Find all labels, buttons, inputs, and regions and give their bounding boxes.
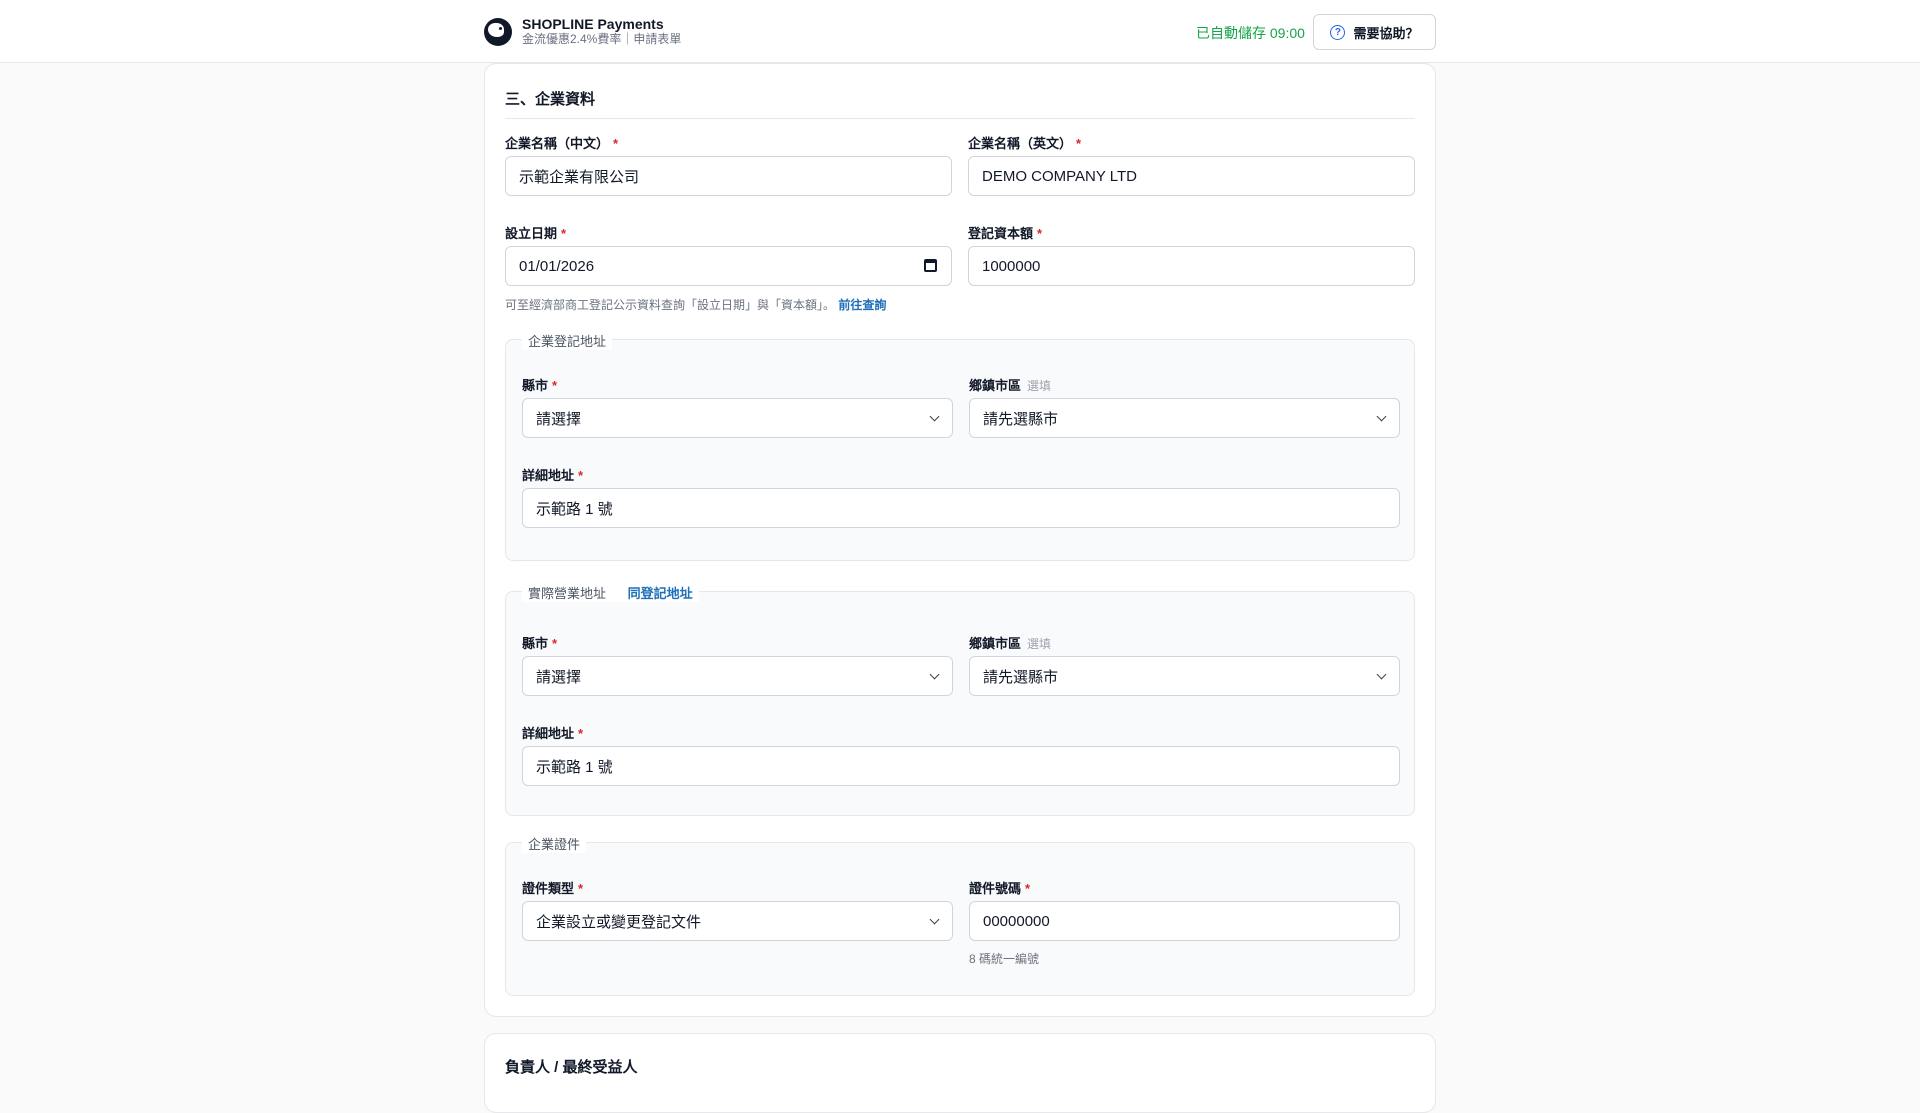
registered-address-group: 企業登記地址 縣市 * 請選擇 鄉鎮市區 選填 請先選縣市 詳細地址 * 示範路 1 … xyxy=(505,331,1415,561)
biz-district-select[interactable]: 請先選縣市 xyxy=(969,656,1400,696)
autosave-status: 已自動儲存 09:00 xyxy=(1196,25,1305,41)
biz-district-label: 鄉鎮市區 選填 xyxy=(969,636,1052,651)
section-title: 三、企業資料 xyxy=(505,91,596,108)
established-date-label: 設立日期 * xyxy=(505,226,567,241)
reg-district-label: 鄉鎮市區 選填 xyxy=(969,378,1052,393)
company-name-en-label: 企業名稱（英文） * xyxy=(968,136,1082,151)
biz-detail-label: 詳細地址 * xyxy=(522,726,584,741)
brand: SHOPLINE Payments 金流優惠2.4%費率｜申請表單 xyxy=(484,16,681,47)
top-bar: SHOPLINE Payments 金流優惠2.4%費率｜申請表單 已自動儲存 … xyxy=(0,0,1920,63)
certificate-group: 企業證件 證件類型 * 企業設立或變更登記文件 證件號碼 * 00000000 8 … xyxy=(505,834,1415,996)
cert-type-select[interactable]: 企業設立或變更登記文件 xyxy=(522,901,953,941)
established-date-input[interactable]: 01/01/2026 xyxy=(505,246,952,286)
company-name-zh-input[interactable]: 示範企業有限公司 xyxy=(505,156,952,196)
lookup-link[interactable]: 前往查詢 xyxy=(838,298,886,312)
shopline-logo-icon xyxy=(484,17,512,46)
chevron-down-icon xyxy=(929,411,940,422)
reg-city-label: 縣市 * xyxy=(522,378,558,393)
cert-type-label: 證件類型 * xyxy=(522,881,584,896)
help-button-label: 需要協助？ xyxy=(1353,25,1419,41)
reg-city-select[interactable]: 請選擇 xyxy=(522,398,953,438)
registered-address-legend: 企業登記地址 xyxy=(522,331,613,350)
brand-subtitle: 金流優惠2.4%費率｜申請表單 xyxy=(522,32,682,46)
question-circle-icon: ? xyxy=(1330,24,1346,40)
cert-number-label: 證件號碼 * xyxy=(969,881,1031,896)
company-name-zh-label: 企業名稱（中文） * xyxy=(505,136,619,151)
chevron-down-icon xyxy=(929,669,940,680)
chevron-down-icon xyxy=(1376,411,1387,422)
next-section-title: 負責人 / 最終受益人 xyxy=(505,1059,638,1076)
business-address-group: 實際營業地址 同登記地址 縣市 * 請選擇 鄉鎮市區 選填 請先選縣市 詳細地址 * … xyxy=(505,583,1415,816)
registered-capital-label: 登記資本額 * xyxy=(968,226,1043,241)
reg-district-select[interactable]: 請先選縣市 xyxy=(969,398,1400,438)
biz-city-select[interactable]: 請選擇 xyxy=(522,656,953,696)
chevron-down-icon xyxy=(1376,669,1387,680)
business-address-legend: 實際營業地址 同登記地址 xyxy=(522,583,699,602)
biz-detail-input[interactable]: 示範路 1 號 xyxy=(522,746,1400,786)
reg-detail-input[interactable]: 示範路 1 號 xyxy=(522,488,1400,528)
biz-city-label: 縣市 * xyxy=(522,636,558,651)
calendar-icon[interactable] xyxy=(924,259,937,272)
owner-beneficiary-card: 負責人 / 最終受益人 xyxy=(484,1033,1436,1113)
company-name-en-input[interactable]: DEMO COMPANY LTD xyxy=(968,156,1415,196)
chevron-down-icon xyxy=(929,914,940,925)
section-divider xyxy=(505,118,1415,119)
company-info-card: 三、企業資料 企業名稱（中文） * 示範企業有限公司 企業名稱（英文） * DEMO… xyxy=(484,63,1436,1017)
brand-name: SHOPLINE Payments xyxy=(522,16,664,32)
reg-detail-label: 詳細地址 * xyxy=(522,468,584,483)
same-as-registered-link[interactable]: 同登記地址 xyxy=(628,586,693,601)
cert-number-hint: 8 碼統一編號 xyxy=(969,952,1040,966)
registered-capital-input[interactable]: 1000000 xyxy=(968,246,1415,286)
lookup-hint: 可至經濟部商工登記公示資料查詢「設立日期」與「資本額」。 前往查詢 xyxy=(505,298,887,312)
cert-number-input[interactable]: 00000000 xyxy=(969,901,1400,941)
help-button[interactable]: ? 需要協助？ xyxy=(1313,14,1436,50)
certificate-legend: 企業證件 xyxy=(522,834,587,853)
